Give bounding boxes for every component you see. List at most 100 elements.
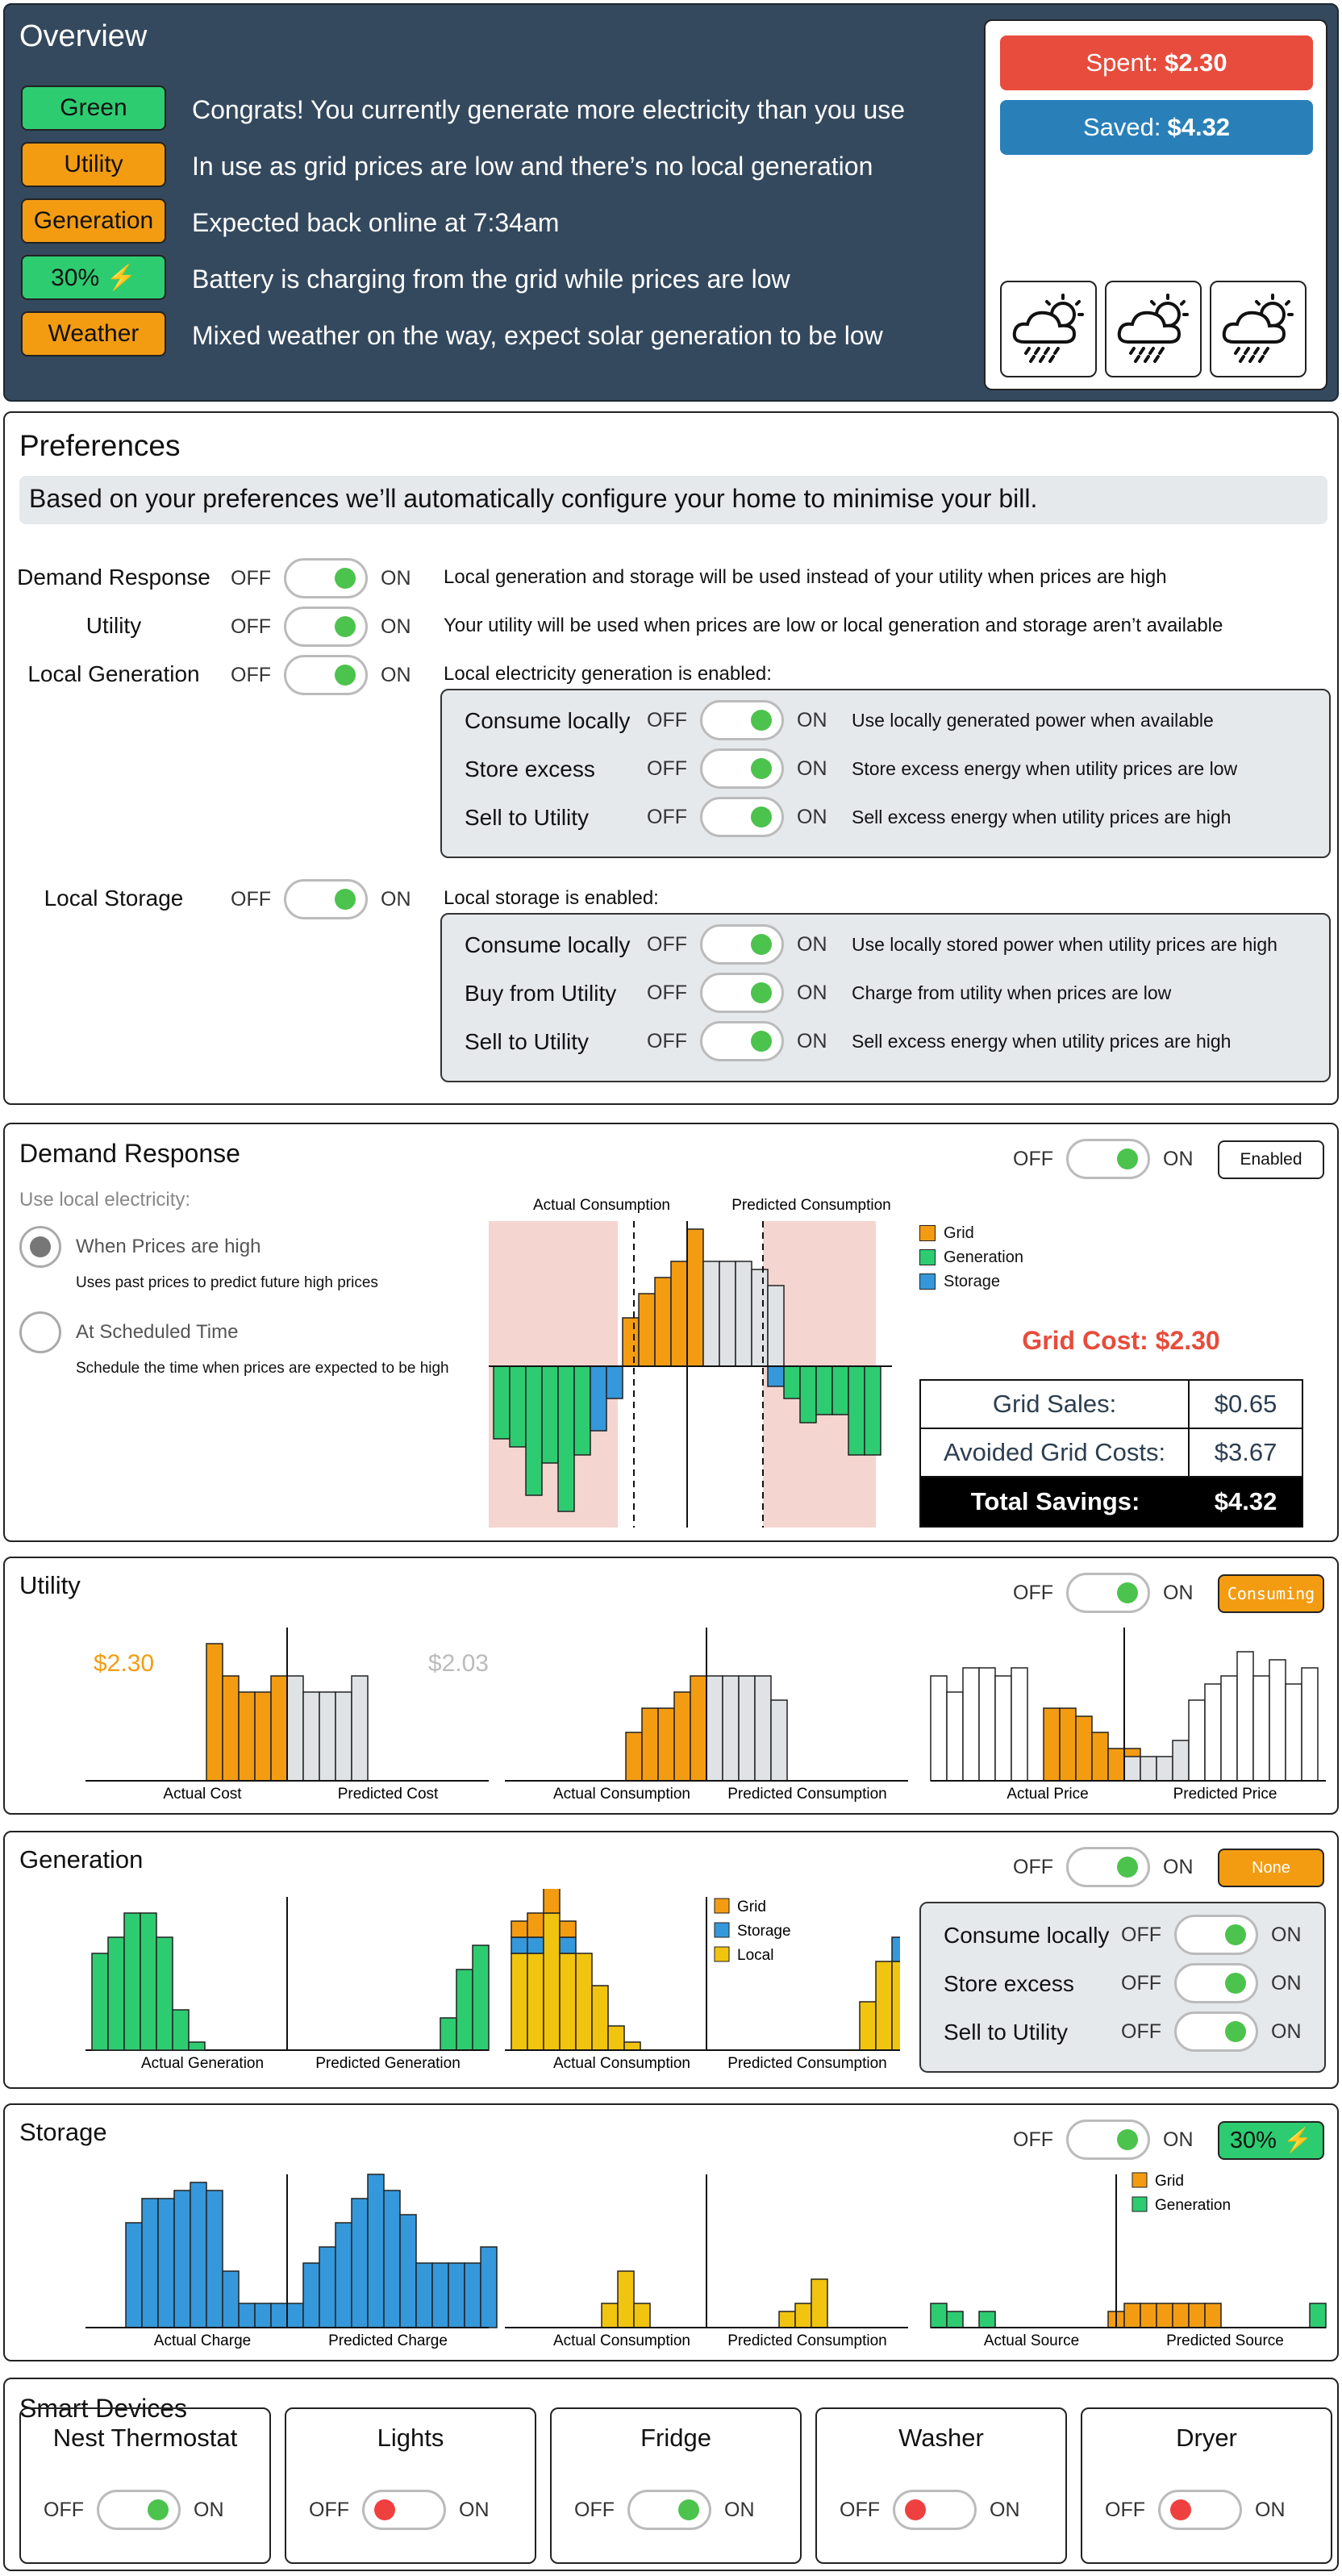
u2-predicted-bar <box>770 1699 788 1782</box>
device-toggle-4-switch[interactable] <box>1158 2490 1242 2530</box>
s1-label-actual: Actual Charge <box>154 2332 251 2349</box>
radio-label-1: At Scheduled Time <box>76 1321 239 1343</box>
pref-desc-1: Your utility will be used when prices ar… <box>444 615 1223 636</box>
preferences-storage_sub-toggle-0-switch[interactable] <box>700 924 784 965</box>
generation-sub-toggle-2-switch[interactable] <box>1174 2011 1258 2052</box>
dr-legend-generation: Generation <box>919 1245 1023 1269</box>
s3-predicted-generation-bar <box>1309 2303 1327 2328</box>
preferences-title: Preferences <box>19 429 181 462</box>
u1-predicted-bar <box>286 1675 304 1782</box>
s1-predicted-bar <box>302 2262 320 2328</box>
pref-toggle-2[interactable]: OFF ON <box>231 655 411 695</box>
device-toggle-3-off-label: OFF <box>840 2498 880 2521</box>
u3-actual-bar <box>1043 1707 1061 1782</box>
u3-predicted-bar <box>1269 1659 1286 1782</box>
preferences-storage_sub-label-0: Consume locally <box>465 932 631 957</box>
gen-legend-label-local: Local <box>737 1947 773 1964</box>
preferences-storage_sub-toggle-2-switch[interactable] <box>700 1021 784 1061</box>
preferences-storage_sub-toggle-0-off-label: OFF <box>647 932 687 956</box>
preferences-generation_sub-label-0: Consume locally <box>465 708 631 733</box>
u2-predicted-bar <box>738 1675 756 1782</box>
generation-sub-toggle-0[interactable]: OFF ON <box>1121 1915 1302 1955</box>
preferences-generation_sub-toggle-2[interactable]: OFF ON <box>647 797 827 837</box>
preferences-generation_sub-desc-2: Sell excess energy when utility prices a… <box>852 807 1232 827</box>
utility-toggle-switch[interactable] <box>1066 1573 1150 1613</box>
preferences-storage_sub-toggle-1-switch[interactable] <box>700 973 784 1013</box>
generation-sub-toggle-1[interactable]: OFF ON <box>1121 1963 1302 2003</box>
total-savings-row: Total Savings: $4.32 <box>921 1478 1302 1526</box>
pref-toggle-3[interactable]: OFF ON <box>231 879 411 919</box>
pref-toggle-0-switch[interactable] <box>284 558 368 598</box>
g2-actual-storage-bar <box>511 1936 528 1954</box>
generation-toggle[interactable]: OFF ON <box>1013 1847 1194 1887</box>
device-toggle-2[interactable]: OFF ON <box>574 2490 755 2530</box>
demand-response-toggle[interactable]: OFF ON <box>1013 1139 1194 1179</box>
utility-title: Utility <box>19 1571 81 1599</box>
dr-bar-predicted-generation <box>799 1365 817 1423</box>
device-toggle-4-off-label: OFF <box>1105 2498 1145 2521</box>
preferences-storage_sub-toggle-0-on-label: ON <box>797 932 827 956</box>
preferences-generation_sub-toggle-2-switch[interactable] <box>700 797 784 837</box>
savings-row-label: Avoided Grid Costs: <box>921 1429 1190 1476</box>
g2-actual-local-bar <box>543 1912 561 2051</box>
dr-bar-grid <box>654 1277 672 1367</box>
storage-toggle-switch[interactable] <box>1066 2120 1150 2160</box>
dr-legend-label: Generation <box>944 1248 1023 1266</box>
pref-toggle-1-switch[interactable] <box>284 606 368 647</box>
u3-actual-bar <box>1091 1732 1109 1782</box>
preferences-generation_sub-toggle-0-switch[interactable] <box>700 700 784 740</box>
gen-legend-label-storage: Storage <box>737 1923 791 1940</box>
generation-sub-toggle-1-switch[interactable] <box>1174 1963 1258 2003</box>
preferences-storage_sub-toggle-2-off-label: OFF <box>647 1029 687 1052</box>
generation-sub-toggle-2[interactable]: OFF ON <box>1121 2011 1302 2052</box>
generation-sub-label-0: Consume locally <box>944 1923 1110 1948</box>
g2-actual-storage-bar <box>559 1936 577 1954</box>
u1-predicted-bar <box>351 1675 369 1782</box>
dr-legend-swatch <box>919 1249 936 1265</box>
device-toggle-3[interactable]: OFF ON <box>840 2490 1020 2530</box>
preferences-generation_sub-toggle-0[interactable]: OFF ON <box>647 700 827 740</box>
device-toggle-2-switch[interactable] <box>627 2490 711 2530</box>
device-toggle-1-switch[interactable] <box>362 2490 446 2530</box>
device-toggle-4[interactable]: OFF ON <box>1105 2490 1286 2530</box>
s1-actual-bar <box>238 2303 256 2328</box>
device-toggle-3-switch[interactable] <box>893 2490 977 2530</box>
preferences-storage_sub-toggle-1[interactable]: OFF ON <box>647 973 827 1013</box>
s1-actual-bar <box>157 2198 175 2328</box>
g1-predicted-bar <box>456 1969 473 2051</box>
pref-toggle-3-switch[interactable] <box>284 879 368 919</box>
dr-bar-predicted-storage <box>767 1365 785 1387</box>
device-toggle-1[interactable]: OFF ON <box>309 2490 490 2530</box>
device-name: Dryer <box>1176 2424 1237 2452</box>
radio-option-1[interactable] <box>19 1311 61 1353</box>
u1-label-actual: Actual Cost <box>163 1786 242 1803</box>
preferences-generation_sub-toggle-1-switch[interactable] <box>700 748 784 789</box>
pref-toggle-2-switch[interactable] <box>284 655 368 695</box>
storage-toggle-knob <box>1117 2129 1138 2150</box>
generation-sub-toggle-0-switch[interactable] <box>1174 1915 1258 1955</box>
pref-toggle-1[interactable]: OFF ON <box>231 606 411 647</box>
g1-predicted-bar <box>440 2017 457 2051</box>
preferences-storage_sub-toggle-2[interactable]: OFF ON <box>647 1021 827 1061</box>
preferences-generation_sub-toggle-1-on-label: ON <box>797 757 827 780</box>
generation-toggle-switch[interactable] <box>1066 1847 1150 1887</box>
u2-label-actual: Actual Consumption <box>553 1786 690 1803</box>
preferences-generation_sub-toggle-1[interactable]: OFF ON <box>647 748 827 789</box>
gen-legend-label-grid: Grid <box>737 1899 766 1915</box>
generation-toggle-on-label: ON <box>1163 1855 1194 1878</box>
savings-row-label: Grid Sales: <box>921 1381 1190 1428</box>
u1-actual-bar <box>238 1691 256 1782</box>
demand-response-toggle-switch[interactable] <box>1066 1139 1150 1179</box>
demand-response-toggle-on-label: ON <box>1163 1147 1194 1170</box>
utility-toggle[interactable]: OFF ON <box>1013 1573 1194 1613</box>
g2-actual-local-bar <box>511 1953 528 2051</box>
pref-toggle-1-off-label: OFF <box>231 615 271 638</box>
device-toggle-0-switch[interactable] <box>97 2490 181 2530</box>
radio-option-0[interactable] <box>19 1226 61 1268</box>
dr-bar-predicted-generation <box>815 1365 833 1415</box>
storage-toggle[interactable]: OFF ON <box>1013 2120 1194 2160</box>
preferences-storage_sub-toggle-0[interactable]: OFF ON <box>647 924 827 965</box>
u3-past-bar <box>994 1675 1012 1782</box>
device-toggle-0[interactable]: OFF ON <box>44 2490 224 2530</box>
pref-toggle-0[interactable]: OFF ON <box>231 558 411 598</box>
